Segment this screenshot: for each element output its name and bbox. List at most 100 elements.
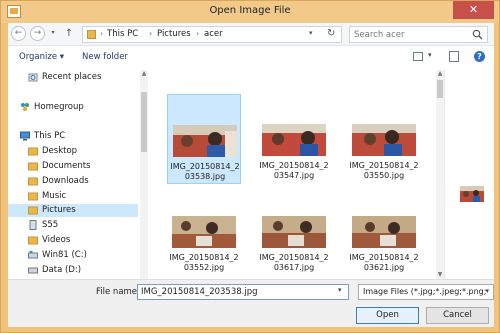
navigation-pane: Recent places Homegroup This PC Desktop … <box>8 70 148 279</box>
preview-pane <box>444 70 494 279</box>
file-tile[interactable]: IMG_20150814_203552.jpg <box>167 186 241 276</box>
file-tile[interactable]: IMG_20150814_203617.jpg <box>257 186 331 276</box>
sidebar-item-label: Videos <box>42 235 71 245</box>
close-button[interactable]: ✕ <box>453 1 494 19</box>
file-type-select[interactable]: Image Files (*.jpg;*.jpeg;*.png; ▾ <box>358 284 494 300</box>
scroll-down-icon[interactable]: ▼ <box>436 271 444 279</box>
sidebar-item-desktop[interactable]: Desktop <box>8 145 138 158</box>
breadcrumb-separator[interactable]: › <box>196 29 199 38</box>
dialog-body: ← → ▾ ↑ › This PC › Pictures › acer ▾ ↻ <box>8 23 494 327</box>
file-name-label: IMG_20150814_203538.jpg <box>170 162 240 181</box>
new-folder-button[interactable]: New folder <box>82 52 128 62</box>
folder-icon <box>87 30 96 39</box>
sidebar-item-label: Music <box>42 191 67 201</box>
device-icon <box>29 220 37 230</box>
folder-icon <box>28 162 38 171</box>
title-bar[interactable]: Open Image File ✕ <box>1 1 499 23</box>
scroll-thumb[interactable] <box>141 92 147 152</box>
search-icon[interactable] <box>472 29 483 40</box>
sidebar-item-label: Homegroup <box>34 102 84 112</box>
file-list-scrollbar[interactable]: ▲ ▼ <box>436 70 444 279</box>
sidebar-item-videos[interactable]: Videos <box>8 234 138 247</box>
address-bar[interactable]: › This PC › Pictures › acer ▾ ↻ <box>82 26 342 43</box>
sidebar-item-documents[interactable]: Documents <box>8 160 138 173</box>
sidebar-item-label: Recent places <box>42 72 102 82</box>
file-name-label: IMG_20150814_203547.jpg <box>259 161 329 180</box>
file-tile[interactable]: IMG_20150814_203547.jpg <box>257 94 331 184</box>
breadcrumb-pictures[interactable]: Pictures <box>157 29 191 39</box>
folder-icon <box>28 147 38 156</box>
folder-icon <box>28 192 38 201</box>
view-options-dropdown-icon[interactable]: ▾ <box>428 51 432 59</box>
sidebar-item-music[interactable]: Music <box>8 190 138 203</box>
file-tile[interactable]: IMG_20150814_203550.jpg <box>347 94 421 184</box>
breadcrumb-separator[interactable]: › <box>100 29 103 38</box>
folder-icon <box>28 236 38 245</box>
sidebar-item-label: Pictures <box>42 205 76 215</box>
image-thumbnail <box>262 124 326 156</box>
address-dropdown-icon[interactable]: ▾ <box>309 29 313 37</box>
sidebar-item-this-pc[interactable]: This PC <box>8 130 138 143</box>
file-name-label: IMG_20150814_203621.jpg <box>349 253 419 272</box>
forward-button[interactable]: → <box>30 26 45 41</box>
sidebar-item-win81-c[interactable]: Win81 (C:) <box>8 249 138 262</box>
image-thumbnail <box>352 124 416 156</box>
recent-locations-button[interactable]: ▾ <box>48 27 58 39</box>
window-title: Open Image File <box>209 5 291 16</box>
cancel-button[interactable]: Cancel <box>426 307 489 324</box>
sidebar-item-label: Desktop <box>42 146 78 156</box>
scroll-thumb[interactable] <box>437 80 443 98</box>
up-button[interactable]: ↑ <box>63 27 75 40</box>
command-toolbar: Organize ▾ New folder ▾ ? <box>8 47 494 69</box>
refresh-icon[interactable]: ↻ <box>327 28 335 39</box>
file-tile[interactable]: IMG_20150814_203621.jpg <box>347 186 421 276</box>
sidebar-item-recent-places[interactable]: Recent places <box>8 71 138 84</box>
preview-pane-icon[interactable] <box>449 51 459 62</box>
image-thumbnail <box>172 216 236 248</box>
navigation-scrollbar[interactable]: ▲ <box>140 70 148 279</box>
file-tile[interactable]: IMG_20150814_203538.jpg <box>167 94 241 184</box>
recent-places-icon <box>28 73 38 82</box>
file-name-label: IMG_20150814_203552.jpg <box>169 253 239 272</box>
image-thumbnail <box>262 216 326 248</box>
breadcrumb-acer[interactable]: acer <box>204 29 223 39</box>
file-name-label: IMG_20150814_203550.jpg <box>349 161 419 180</box>
folder-icon <box>28 206 38 215</box>
computer-icon <box>20 131 30 141</box>
organize-menu[interactable]: Organize ▾ <box>19 52 64 62</box>
scroll-up-icon[interactable]: ▲ <box>140 70 148 78</box>
sidebar-item-data-d[interactable]: Data (D:) <box>8 264 138 277</box>
file-list: IMG_20150814_203538.jpg IMG_20150814_203… <box>158 70 436 279</box>
help-icon[interactable]: ? <box>474 51 485 62</box>
chevron-down-icon: ▾ <box>485 287 489 295</box>
folder-icon <box>28 177 38 186</box>
navigation-bar: ← → ▾ ↑ › This PC › Pictures › acer ▾ ↻ <box>8 23 494 46</box>
drive-icon <box>28 251 38 259</box>
file-name-label: IMG_20150814_203617.jpg <box>259 253 329 272</box>
breadcrumb-this-pc[interactable]: This PC <box>107 29 138 39</box>
file-type-value: Image Files (*.jpg;*.jpeg;*.png; <box>363 287 487 296</box>
search-box[interactable] <box>349 26 488 43</box>
sidebar-item-label: S55 <box>42 220 59 230</box>
image-thumbnail <box>352 216 416 248</box>
drive-icon <box>28 267 38 274</box>
sidebar-item-label: This PC <box>34 131 66 141</box>
file-name-panel: File name: ▾ Image Files (*.jpg;*.jpeg;*… <box>8 279 494 327</box>
file-name-field[interactable] <box>137 284 349 300</box>
sidebar-item-s55[interactable]: S55 <box>8 219 138 232</box>
file-name-label: File name: <box>96 287 140 297</box>
breadcrumb-separator[interactable]: › <box>149 29 152 38</box>
change-view-icon[interactable] <box>413 52 423 61</box>
back-button[interactable]: ← <box>11 26 26 41</box>
search-input[interactable] <box>354 29 469 41</box>
sidebar-item-homegroup[interactable]: Homegroup <box>8 101 138 114</box>
sidebar-item-label: Documents <box>42 161 91 171</box>
open-button[interactable]: Open <box>356 307 419 324</box>
image-thumbnail <box>173 125 237 157</box>
sidebar-item-pictures[interactable]: Pictures <box>8 204 138 217</box>
sidebar-item-downloads[interactable]: Downloads <box>8 175 138 188</box>
file-name-dropdown-icon[interactable]: ▾ <box>338 286 342 294</box>
dialog-window: Open Image File ✕ ← → ▾ ↑ › This PC › Pi… <box>0 0 500 333</box>
sidebar-item-label: Downloads <box>42 176 89 186</box>
scroll-up-icon[interactable]: ▲ <box>436 70 444 78</box>
